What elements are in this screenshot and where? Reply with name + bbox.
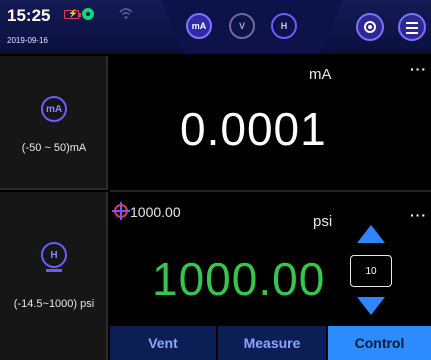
milliamp-icon: mA xyxy=(41,96,67,122)
pressure-mode-icon[interactable]: H xyxy=(271,13,297,39)
channel-bottom-unit: psi xyxy=(313,213,333,230)
measure-button[interactable]: Measure xyxy=(218,326,326,360)
channel-top-unit: mA xyxy=(309,66,332,83)
pressure-icon: H xyxy=(41,242,67,272)
setpoint-value[interactable]: 1000.00 xyxy=(130,204,181,220)
wifi-icon xyxy=(119,8,133,19)
voltage-mode-icon[interactable]: V xyxy=(229,13,255,39)
setpoint-target-icon xyxy=(112,202,130,220)
channel-top-more-button[interactable]: ··· xyxy=(410,61,427,77)
channel-bottom-reading: 1000.00 xyxy=(152,253,326,305)
channel-bottom-range: (-14.5~1000) psi xyxy=(13,298,95,310)
status-indicator-icon xyxy=(82,8,94,20)
control-button[interactable]: Control xyxy=(328,326,431,360)
milliamp-mode-icon[interactable]: mA xyxy=(186,13,212,39)
step-size-field[interactable]: 10 xyxy=(350,255,392,287)
increase-arrow-icon[interactable] xyxy=(357,225,385,243)
battery-icon: ⚡ xyxy=(64,9,81,19)
settings-icon xyxy=(364,21,376,33)
channel-bottom-more-button[interactable]: ··· xyxy=(410,207,427,223)
clock-time: 15:25 xyxy=(7,6,51,25)
channel-top-reading: 0.0001 xyxy=(180,103,327,155)
status-bar: 15:25 2019-09-16 ⚡ mA V H xyxy=(0,0,431,54)
decrease-arrow-icon[interactable] xyxy=(357,297,385,315)
divider xyxy=(110,190,431,192)
channel-bottom-selector[interactable]: H (-14.5~1000) psi xyxy=(0,192,108,360)
vent-button[interactable]: Vent xyxy=(110,326,216,360)
channel-top-selector[interactable]: mA (-50 ~ 50)mA xyxy=(0,56,108,190)
settings-button[interactable] xyxy=(356,13,384,41)
menu-button[interactable] xyxy=(398,13,426,41)
channel-top-range: (-50 ~ 50)mA xyxy=(21,142,87,154)
clock-date: 2019-09-16 xyxy=(7,36,48,45)
